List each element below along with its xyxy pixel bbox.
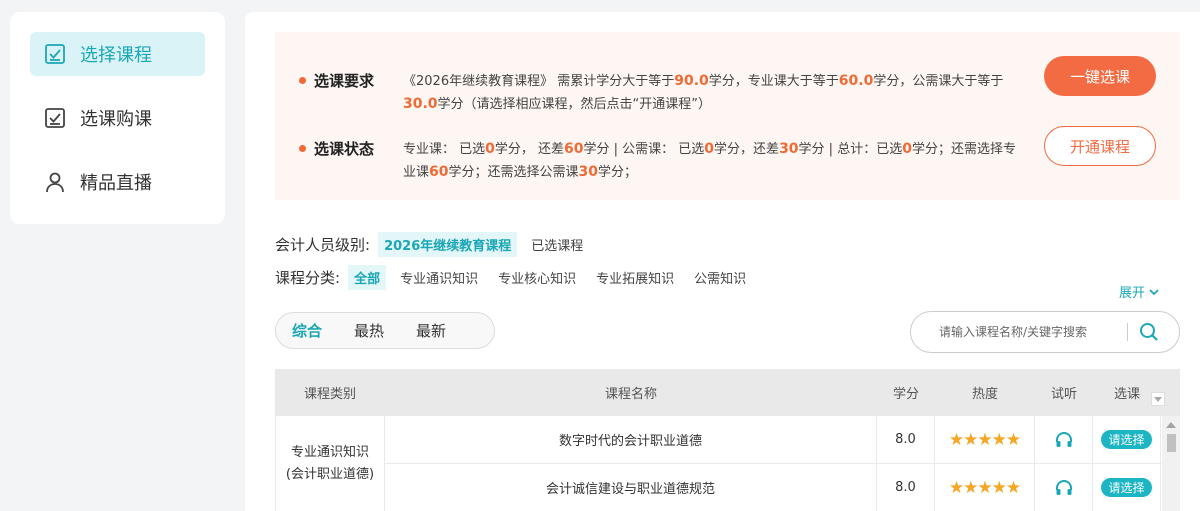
category-filter: 课程分类: 全部 专业通识知识 专业核心知识 专业拓展知识 公需知识 [275, 265, 760, 290]
chevron-down-icon [1149, 288, 1159, 295]
sidebar-item-select-course[interactable]: 选择课程 [30, 32, 205, 76]
col-audit: 试听 [1050, 387, 1077, 402]
category-chip[interactable]: 公需知识 [688, 265, 752, 290]
table-header: 课程类别 课程名称 学分 热度 试听 选课 [275, 369, 1180, 416]
category-chip[interactable]: 专业核心知识 [492, 265, 582, 290]
column-dropdown-icon[interactable] [1151, 392, 1165, 406]
level-chip[interactable]: 已选课程 [525, 232, 589, 257]
expand-toggle[interactable]: 展开 [1119, 282, 1160, 301]
expand-label: 展开 [1118, 286, 1145, 301]
checkbox-icon [44, 107, 66, 129]
bullet-dot [299, 145, 306, 152]
requirement-title: 选课要求 [314, 72, 375, 90]
course-name[interactable]: 会计诚信建设与职业道德规范 [385, 463, 877, 511]
rating-stars: ★★★★★ [948, 429, 1021, 450]
user-icon [44, 171, 66, 193]
col-name: 课程名称 [604, 387, 657, 402]
status-text: 专业课： 已选0学分， 还差60学分 | 公需课： 已选0学分，还差30学分 |… [403, 141, 1016, 180]
level-filter: 会计人员级别: 2026年继续教育课程 已选课程 [275, 232, 597, 257]
one-click-select-button[interactable]: 一键选课 [1044, 56, 1156, 96]
level-chip[interactable]: 2026年继续教育课程 [378, 232, 518, 257]
sidebar-item-label: 选择课程 [80, 45, 152, 66]
col-type: 课程类别 [303, 387, 356, 402]
sidebar-item-live[interactable]: 精品直播 [30, 160, 205, 204]
category-chip[interactable]: 全部 [348, 265, 387, 290]
rating-stars: ★★★★★ [948, 477, 1021, 498]
category-label: 课程分类: [275, 269, 341, 287]
scrollbar[interactable] [1162, 416, 1180, 511]
category-cell: 专业通识知识 (会计职业道德) [275, 416, 385, 511]
search-icon[interactable] [1138, 321, 1160, 343]
headphone-icon[interactable] [1054, 478, 1074, 498]
level-label: 会计人员级别: [275, 236, 371, 254]
course-name[interactable]: 数字时代的会计职业道德 [385, 415, 877, 464]
sidebar-item-label: 选课购课 [80, 109, 152, 130]
sidebar: 选择课程 选课购课 精品直播 [10, 12, 225, 224]
col-select: 选课 [1093, 383, 1165, 406]
bullet-dot [299, 77, 306, 84]
tab-hottest[interactable]: 最热 [354, 320, 384, 341]
table-body: 专业通识知识 (会计职业道德) 数字时代的会计职业道德 8.0 ★★★★★ 请选择… [275, 415, 1180, 511]
sidebar-item-label: 精品直播 [80, 173, 152, 194]
search-box [910, 311, 1180, 353]
search-divider [1127, 323, 1128, 341]
course-score: 8.0 [877, 463, 935, 511]
course-table: 课程类别 课程名称 学分 热度 试听 选课 专业通识知识 (会计职业道德) 数字时… [275, 369, 1180, 511]
tab-newest[interactable]: 最新 [416, 320, 446, 341]
checkbox-icon [44, 43, 66, 65]
category-chip[interactable]: 专业拓展知识 [590, 265, 680, 290]
category-chip[interactable]: 专业通识知识 [394, 265, 484, 290]
sort-tabs: 综合 最热 最新 [275, 312, 495, 349]
col-score: 学分 [892, 387, 919, 402]
table-row[interactable]: 会计诚信建设与职业道德规范 8.0 ★★★★★ 请选择 [385, 463, 1162, 511]
scroll-up-arrow[interactable] [1166, 422, 1176, 428]
search-input[interactable] [939, 325, 1119, 339]
scroll-thumb[interactable] [1167, 434, 1176, 452]
headphone-icon[interactable] [1054, 430, 1074, 450]
course-score: 8.0 [877, 415, 935, 464]
tab-comprehensive[interactable]: 综合 [292, 320, 322, 341]
select-course-button[interactable]: 请选择 [1101, 478, 1152, 497]
requirement-text: 《2026年继续教育课程》 需累计学分大于等于90.0学分，专业课大于等于60.… [403, 73, 1004, 112]
sidebar-item-buy-course[interactable]: 选课购课 [30, 96, 205, 140]
open-course-button[interactable]: 开通课程 [1044, 126, 1156, 166]
requirement-row: 选课要求 《2026年继续教育课程》 需累计学分大于等于90.0学分，专业课大于… [299, 70, 1059, 116]
course-notice: 选课要求 《2026年继续教育课程》 需累计学分大于等于90.0学分，专业课大于… [275, 32, 1180, 200]
status-row: 选课状态 专业课： 已选0学分， 还差60学分 | 公需课： 已选0学分，还差3… [299, 138, 1059, 184]
table-row[interactable]: 数字时代的会计职业道德 8.0 ★★★★★ 请选择 [385, 415, 1162, 464]
col-heat: 热度 [971, 387, 998, 402]
status-title: 选课状态 [314, 140, 375, 158]
select-course-button[interactable]: 请选择 [1101, 430, 1152, 449]
main-panel: 选课要求 《2026年继续教育课程》 需累计学分大于等于90.0学分，专业课大于… [245, 12, 1200, 511]
